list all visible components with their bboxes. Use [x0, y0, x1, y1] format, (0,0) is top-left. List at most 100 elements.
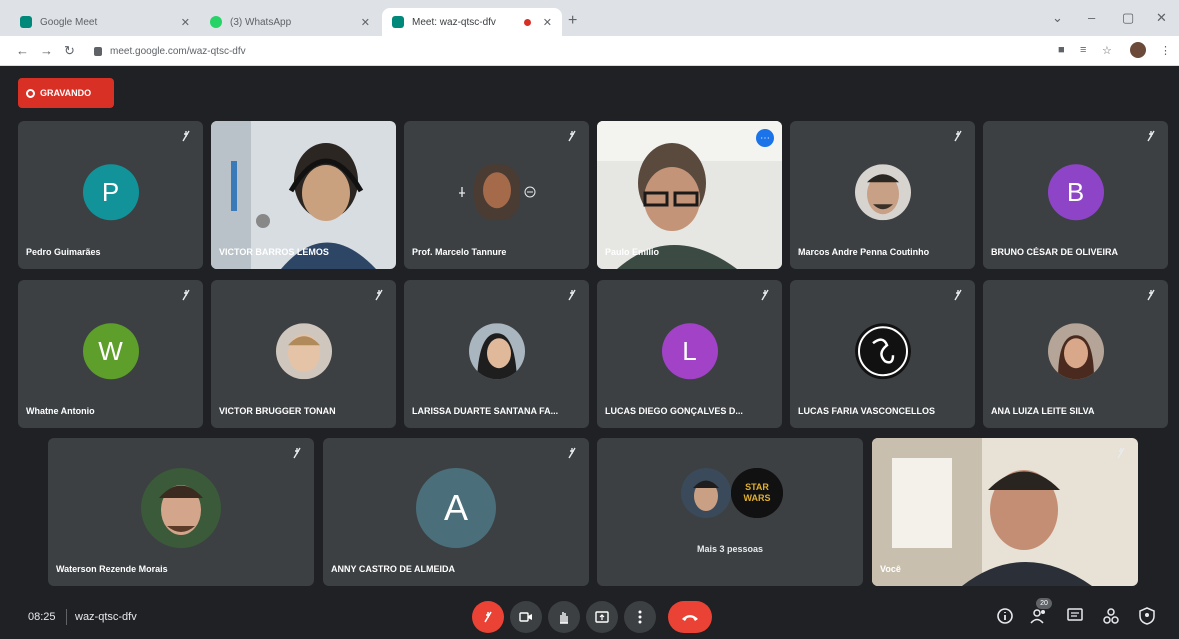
- bookmark-star-icon[interactable]: ☆: [1102, 44, 1112, 57]
- close-icon[interactable]: ✕: [361, 16, 370, 29]
- close-window-button[interactable]: ✕: [1156, 10, 1167, 26]
- info-icon[interactable]: [996, 607, 1014, 625]
- profile-avatar[interactable]: [1130, 42, 1146, 58]
- avatar: STAR WARS: [731, 468, 783, 518]
- participant-name: Marcos Andre Penna Coutinho: [798, 247, 930, 257]
- leave-call-button[interactable]: [668, 601, 712, 633]
- meet-favicon-icon: [392, 16, 404, 28]
- participant-name: LUCAS DIEGO GONÇALVES D...: [605, 406, 743, 416]
- participant-tile[interactable]: B BRUNO CÉSAR DE OLIVEIRA: [983, 121, 1168, 269]
- meeting-time: 08:25: [28, 611, 56, 623]
- remove-icon[interactable]: [524, 186, 536, 198]
- avatar: [1047, 323, 1104, 380]
- back-icon[interactable]: ←: [16, 43, 29, 58]
- participant-name: VICTOR BRUGGER TONAN: [219, 406, 336, 416]
- meet-favicon-icon: [20, 16, 32, 28]
- mic-toggle-button[interactable]: [472, 601, 504, 633]
- more-vert-icon: [638, 610, 642, 624]
- close-icon[interactable]: ✕: [181, 16, 190, 29]
- avatar: W: [82, 323, 139, 380]
- mic-off-icon: [761, 289, 769, 301]
- hand-icon: [560, 612, 568, 624]
- tab-search-icon[interactable]: ⌄: [1052, 10, 1063, 26]
- new-tab-button[interactable]: +: [568, 12, 577, 30]
- participant-name: Você: [880, 564, 901, 574]
- recording-dot-icon: [523, 18, 531, 26]
- tab-label: Meet: waz-qtsc-dfv: [412, 16, 496, 28]
- reload-icon[interactable]: ↻: [64, 43, 75, 59]
- participant-tile-video[interactable]: VICTOR BARROS LEMOS: [211, 121, 396, 269]
- tab-google-meet[interactable]: Google Meet ✕: [10, 8, 200, 36]
- close-icon[interactable]: ✕: [543, 16, 552, 29]
- raise-hand-button[interactable]: [548, 601, 580, 633]
- mic-off-icon: [182, 130, 190, 142]
- record-icon: [26, 88, 35, 98]
- reading-list-icon[interactable]: ≡: [1080, 44, 1086, 56]
- menu-kebab-icon[interactable]: ⋮: [1160, 44, 1171, 57]
- participant-tile[interactable]: Prof. Marcelo Tannure: [404, 121, 589, 269]
- url-field[interactable]: meet.google.com/waz-qtsc-dfv: [88, 41, 1038, 61]
- participant-tile-video-active[interactable]: ⋯ Paulo Emílio: [597, 121, 782, 269]
- participant-tile[interactable]: LUCAS FARIA VASCONCELLOS: [790, 280, 975, 428]
- participant-tile[interactable]: Waterson Rezende Morais: [48, 438, 314, 586]
- address-bar: ← → ↻ meet.google.com/waz-qtsc-dfv ■ ≡ ☆…: [0, 36, 1179, 66]
- avatar: L: [661, 323, 718, 380]
- participant-tile[interactable]: W Whatne Antonio: [18, 280, 203, 428]
- maximize-button[interactable]: ▢: [1122, 10, 1134, 26]
- participant-name: Prof. Marcelo Tannure: [412, 247, 507, 257]
- more-options-icon[interactable]: ⋯: [756, 129, 774, 147]
- chat-icon[interactable]: [1066, 607, 1084, 625]
- hang-up-icon: [682, 615, 698, 621]
- divider: [66, 609, 67, 625]
- people-icon[interactable]: [1030, 607, 1048, 625]
- minimize-button[interactable]: –: [1088, 10, 1095, 25]
- meeting-code: waz-qtsc-dfv: [75, 611, 137, 623]
- present-screen-button[interactable]: [586, 601, 618, 633]
- more-people-label: Mais 3 pessoas: [696, 544, 764, 554]
- participant-name: LARISSA DUARTE SANTANA FA...: [412, 406, 559, 416]
- participant-tile[interactable]: P Pedro Guimarães: [18, 121, 203, 269]
- activities-icon[interactable]: [1102, 607, 1120, 625]
- mic-off-icon: [954, 289, 962, 301]
- avatar: A: [416, 468, 496, 548]
- meeting-controls-bar: 08:25 waz-qtsc-dfv 20: [0, 596, 1179, 639]
- tab-whatsapp[interactable]: (3) WhatsApp ✕: [200, 8, 380, 36]
- avatar: [473, 164, 520, 221]
- avatar: [275, 323, 332, 380]
- url-text: meet.google.com/waz-qtsc-dfv: [110, 45, 246, 57]
- mic-off-icon: [1147, 130, 1155, 142]
- lock-icon: [94, 46, 102, 56]
- more-options-button[interactable]: [624, 601, 656, 633]
- tab-meet-active[interactable]: Meet: waz-qtsc-dfv ✕: [382, 8, 562, 36]
- pin-icon[interactable]: [456, 186, 468, 198]
- host-controls-icon[interactable]: [1138, 607, 1156, 625]
- mic-off-icon: [182, 289, 190, 301]
- avatar: [468, 323, 525, 380]
- avatar: [141, 468, 221, 548]
- more-people-tile[interactable]: STAR WARS Mais 3 pessoas: [597, 438, 863, 586]
- avatar: P: [82, 164, 139, 221]
- participant-name: Whatne Antonio: [26, 406, 95, 416]
- participant-name: Waterson Rezende Morais: [56, 564, 168, 574]
- participant-name: BRUNO CÉSAR DE OLIVEIRA: [991, 247, 1119, 257]
- participant-tile[interactable]: L LUCAS DIEGO GONÇALVES D...: [597, 280, 782, 428]
- forward-icon[interactable]: →: [40, 43, 53, 58]
- participant-tile[interactable]: ANA LUIZA LEITE SILVA: [983, 280, 1168, 428]
- avatar: [854, 323, 911, 380]
- participant-tile[interactable]: Marcos Andre Penna Coutinho: [790, 121, 975, 269]
- self-video-tile[interactable]: Você: [872, 438, 1138, 586]
- tab-label: Google Meet: [40, 16, 98, 28]
- camera-permission-icon[interactable]: ■: [1058, 44, 1065, 56]
- camera-icon: [519, 612, 532, 622]
- recording-badge[interactable]: GRAVANDO: [18, 78, 114, 108]
- participant-tile[interactable]: A ANNY CASTRO DE ALMEIDA: [323, 438, 589, 586]
- mic-off-icon: [568, 447, 576, 459]
- mic-off-icon: [1117, 447, 1125, 459]
- mic-off-icon: [1147, 289, 1155, 301]
- avatar: [681, 468, 731, 518]
- participant-name: ANA LUIZA LEITE SILVA: [991, 406, 1095, 416]
- participant-tile[interactable]: LARISSA DUARTE SANTANA FA...: [404, 280, 589, 428]
- mic-off-icon: [568, 130, 576, 142]
- camera-toggle-button[interactable]: [510, 601, 542, 633]
- participant-tile[interactable]: VICTOR BRUGGER TONAN: [211, 280, 396, 428]
